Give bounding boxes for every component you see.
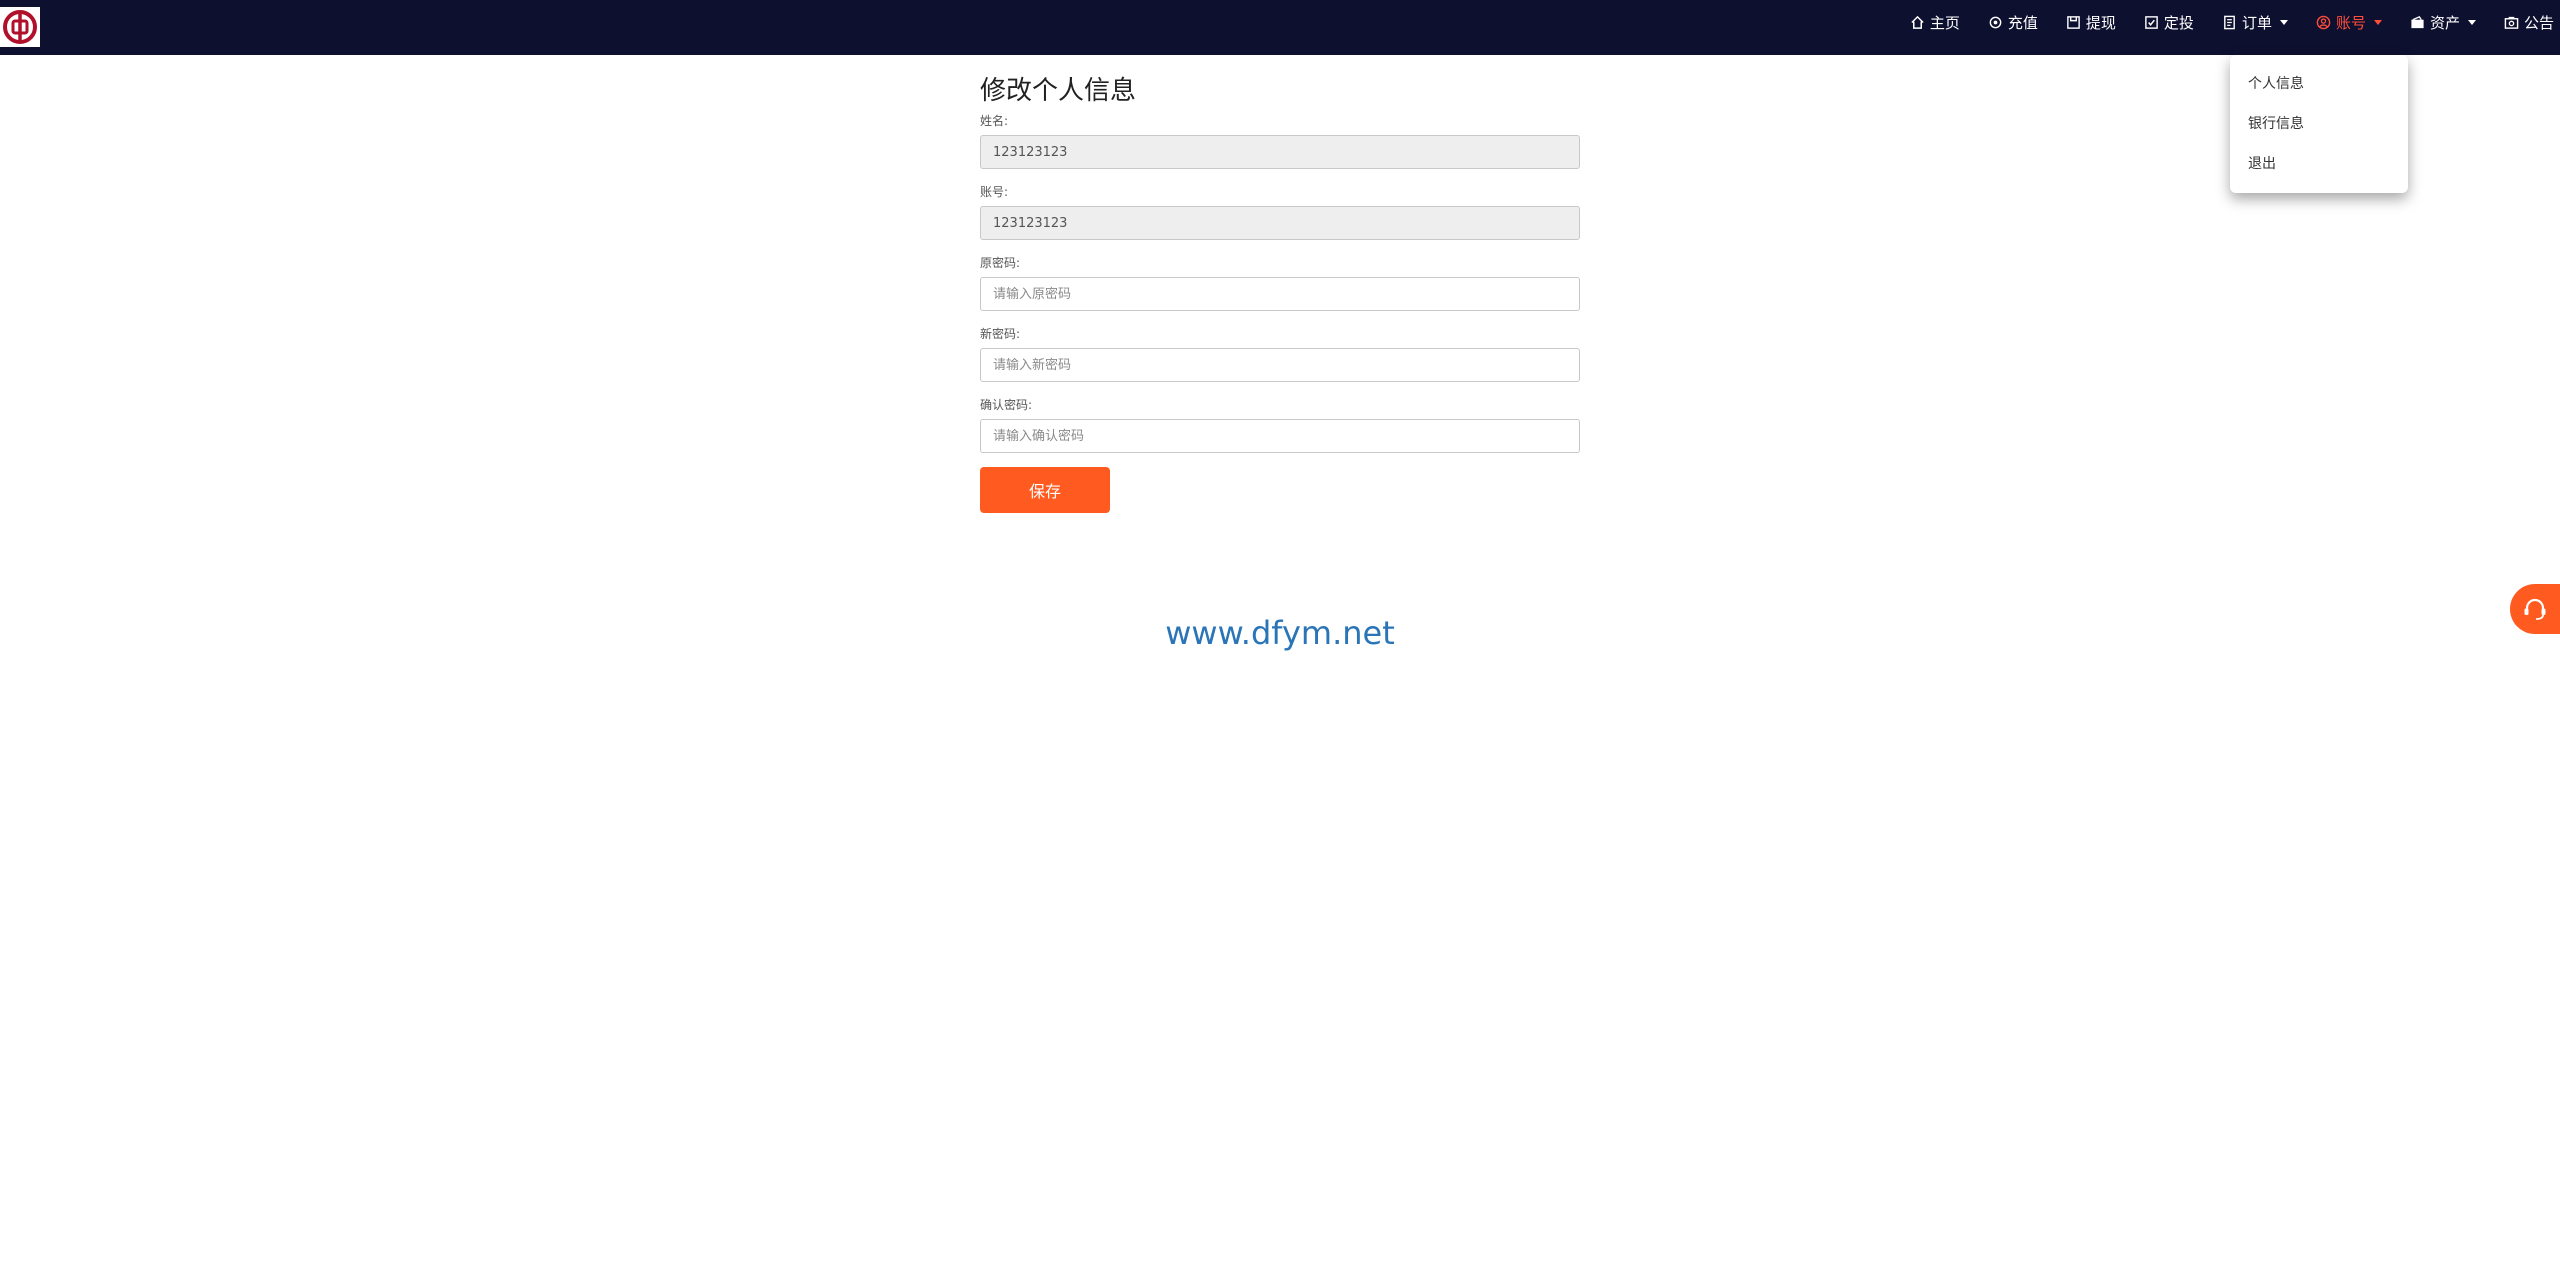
nav-assets[interactable]: 资产 [2410, 12, 2476, 33]
name-field[interactable] [980, 135, 1580, 169]
top-navbar: 主页 充值 提现 定投 订单 账号 资产 公告 [0, 0, 2560, 55]
nav-fixed-invest[interactable]: 定投 [2144, 12, 2194, 33]
nav-announcement-label: 公告 [2523, 13, 2554, 32]
nav-fixed-invest-label: 定投 [2163, 13, 2194, 32]
nav-orders-label: 订单 [2241, 13, 2272, 32]
nav-announcement[interactable]: 公告 [2504, 12, 2554, 33]
announcement-icon [2504, 16, 2519, 29]
wallet-icon [2411, 15, 2424, 28]
name-label: 姓名: [980, 114, 1009, 128]
chevron-down-icon [2279, 19, 2288, 25]
account-field[interactable] [980, 206, 1580, 240]
nav-home-label: 主页 [1929, 13, 1960, 32]
old-password-input[interactable] [980, 277, 1580, 311]
nav-home[interactable]: 主页 [1910, 12, 1960, 33]
nav-orders[interactable]: 订单 [2222, 12, 2288, 33]
chevron-down-icon [2373, 19, 2382, 25]
nav-withdraw[interactable]: 提现 [2066, 12, 2116, 33]
new-password-input[interactable] [980, 348, 1580, 382]
nav-recharge[interactable]: 充值 [1988, 12, 2038, 33]
customer-service-button[interactable] [2510, 584, 2560, 634]
nav-withdraw-label: 提现 [2085, 13, 2116, 32]
menu-item-bank-info[interactable]: 银行信息 [2248, 113, 2304, 133]
nav-account-label: 账号 [2335, 13, 2366, 32]
headset-icon [2524, 598, 2546, 620]
site-url-text: www.dfym.net [1165, 614, 1395, 652]
confirm-password-label: 确认密码: [980, 398, 1033, 412]
main-nav: 主页 充值 提现 定投 订单 账号 资产 公告 [1882, 0, 2560, 44]
nav-recharge-label: 充值 [2007, 13, 2038, 32]
menu-item-logout[interactable]: 退出 [2248, 153, 2276, 173]
document-icon [2224, 15, 2235, 29]
bank-logo-icon [3, 10, 37, 44]
nav-assets-label: 资产 [2429, 13, 2460, 32]
old-password-label: 原密码: [980, 256, 1021, 270]
new-password-label: 新密码: [980, 327, 1021, 341]
page-title: 修改个人信息 [980, 76, 1137, 106]
nav-account[interactable]: 账号 [2316, 12, 2382, 33]
user-circle-icon [2316, 15, 2331, 29]
confirm-password-input[interactable] [980, 419, 1580, 453]
check-square-icon [2145, 15, 2158, 29]
account-dropdown-menu: 个人信息 银行信息 退出 [2230, 55, 2408, 193]
chevron-down-icon [2467, 19, 2476, 25]
recharge-icon [1989, 16, 2002, 28]
menu-item-personal-info[interactable]: 个人信息 [2248, 73, 2304, 93]
home-icon [1911, 15, 1924, 29]
bank-logo[interactable] [0, 7, 40, 47]
withdraw-icon [2067, 15, 2080, 29]
account-label: 账号: [980, 185, 1009, 199]
save-button[interactable]: 保存 [980, 467, 1110, 513]
